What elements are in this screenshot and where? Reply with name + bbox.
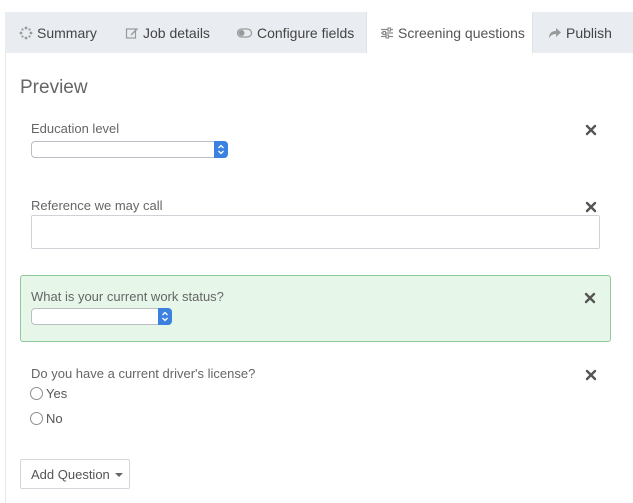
select-arrows-icon (158, 308, 172, 325)
add-question-button[interactable]: Add Question (20, 459, 130, 489)
tab-bar: Summary Job details Configure fields Scr… (5, 12, 633, 54)
add-question-label: Add Question (31, 466, 110, 482)
preview-title: Preview (20, 77, 88, 98)
remove-icon[interactable] (585, 368, 597, 381)
question-label: Reference we may call (31, 198, 163, 213)
toggle-icon (237, 26, 253, 40)
question-label: Do you have a current driver's license? (31, 366, 256, 381)
radio-option-yes[interactable]: Yes (30, 386, 67, 401)
share-icon (548, 26, 562, 40)
remove-icon[interactable] (585, 200, 597, 213)
caret-down-icon (114, 473, 123, 477)
radio-label: Yes (46, 386, 68, 401)
tab-configure-fields-label: Configure fields (257, 24, 355, 41)
tab-screening-questions[interactable]: Screening questions (366, 12, 533, 54)
question-education-level: Education level (20, 113, 611, 173)
reference-input[interactable] (31, 215, 600, 249)
spinner-icon (19, 26, 33, 40)
question-label: What is your current work status? (31, 289, 224, 304)
tab-publish[interactable]: Publish (533, 12, 633, 53)
question-drivers-license: Do you have a current driver's license? (20, 358, 611, 438)
radio-option-no[interactable]: No (30, 411, 63, 426)
tab-summary-label: Summary (37, 24, 97, 41)
education-level-select[interactable] (31, 141, 228, 158)
tab-configure-fields[interactable]: Configure fields (225, 12, 366, 53)
tab-publish-label: Publish (566, 24, 612, 41)
remove-icon[interactable] (585, 123, 597, 136)
sliders-icon (380, 26, 394, 40)
tab-job-details-label: Job details (143, 24, 210, 41)
tab-summary[interactable]: Summary (5, 12, 113, 53)
tab-screening-questions-label: Screening questions (398, 25, 525, 41)
remove-icon[interactable] (584, 291, 596, 304)
tab-job-details[interactable]: Job details (113, 12, 225, 53)
radio-button[interactable] (30, 412, 43, 425)
edit-icon (125, 26, 139, 40)
select-arrows-icon (214, 141, 228, 158)
radio-label: No (46, 411, 63, 426)
question-label: Education level (31, 121, 120, 136)
question-work-status: What is your current work status? (20, 275, 611, 342)
question-reference: Reference we may call (20, 190, 611, 255)
work-status-select[interactable] (31, 308, 172, 325)
radio-button[interactable] (30, 387, 43, 400)
